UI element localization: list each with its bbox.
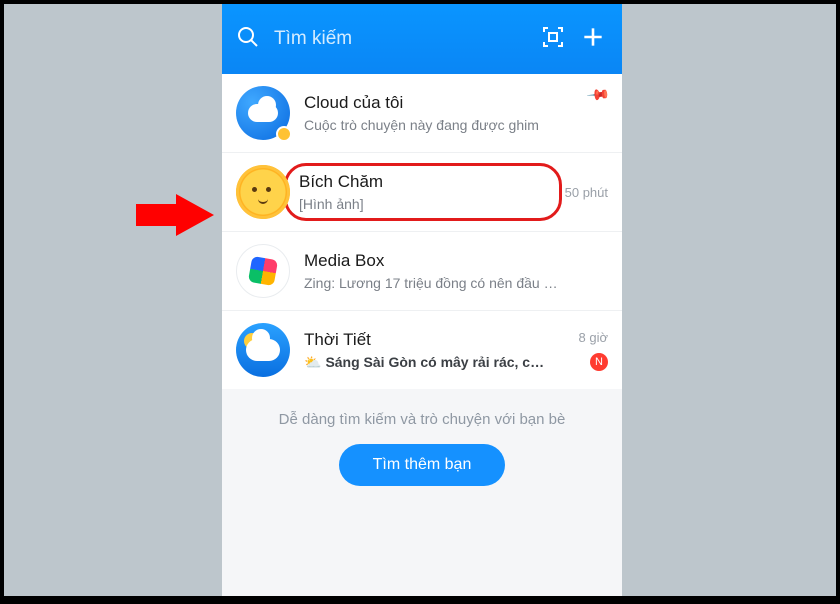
chat-subtitle: [Hình ảnh] [299,196,547,212]
chat-name: Media Box [304,251,558,271]
avatar-sun [236,165,290,219]
chat-row-bichcham[interactable]: Bích Chăm [Hình ảnh] 50 phút [222,153,622,232]
annotation-arrow [136,194,216,236]
avatar-cloud [236,86,290,140]
canvas: Tìm kiếm Cloud của tôi Cuộc trò chuyện n… [4,4,836,596]
avatar-mediabox [236,244,290,298]
avatar-weather [236,323,290,377]
chat-row-mediabox[interactable]: Media Box Zing: Lương 17 triệu đồng có n… [222,232,622,311]
chat-subtitle: ⛅ Sáng Sài Gòn có mây rải rác, chiều... [304,354,558,371]
chat-name: Bích Chăm [299,172,547,192]
highlighted-chat: Bích Chăm [Hình ảnh] [284,163,562,221]
chat-time: 8 giờ [558,330,608,345]
chat-subtitle: Zing: Lương 17 triệu đồng có nên đầu tư.… [304,275,558,291]
phone-frame: Tìm kiếm Cloud của tôi Cuộc trò chuyện n… [222,4,622,596]
chat-name: Thời Tiết [304,330,558,350]
qr-scan-icon[interactable] [538,25,568,54]
plus-icon[interactable] [578,24,608,55]
notification-badge: N [590,353,608,371]
chat-row-cloud[interactable]: Cloud của tôi Cuộc trò chuyện này đang đ… [222,74,622,153]
app-header: Tìm kiếm [222,4,622,74]
chat-time: 50 phút [558,185,608,200]
footer-hint: Dễ dàng tìm kiếm và trò chuyện với bạn b… [222,411,622,428]
chat-name: Cloud của tôi [304,93,608,113]
find-friends-button[interactable]: Tìm thêm bạn [339,444,506,486]
search-icon[interactable] [236,25,260,54]
weather-emoji-icon: ⛅ [304,354,321,371]
chat-list: Cloud của tôi Cuộc trò chuyện này đang đ… [222,74,622,389]
search-input[interactable]: Tìm kiếm [274,28,528,50]
footer-section: Dễ dàng tìm kiếm và trò chuyện với bạn b… [222,389,622,508]
chat-subtitle: Cuộc trò chuyện này đang được ghim [304,117,608,133]
chat-row-weather[interactable]: Thời Tiết ⛅ Sáng Sài Gòn có mây rải rác,… [222,311,622,389]
